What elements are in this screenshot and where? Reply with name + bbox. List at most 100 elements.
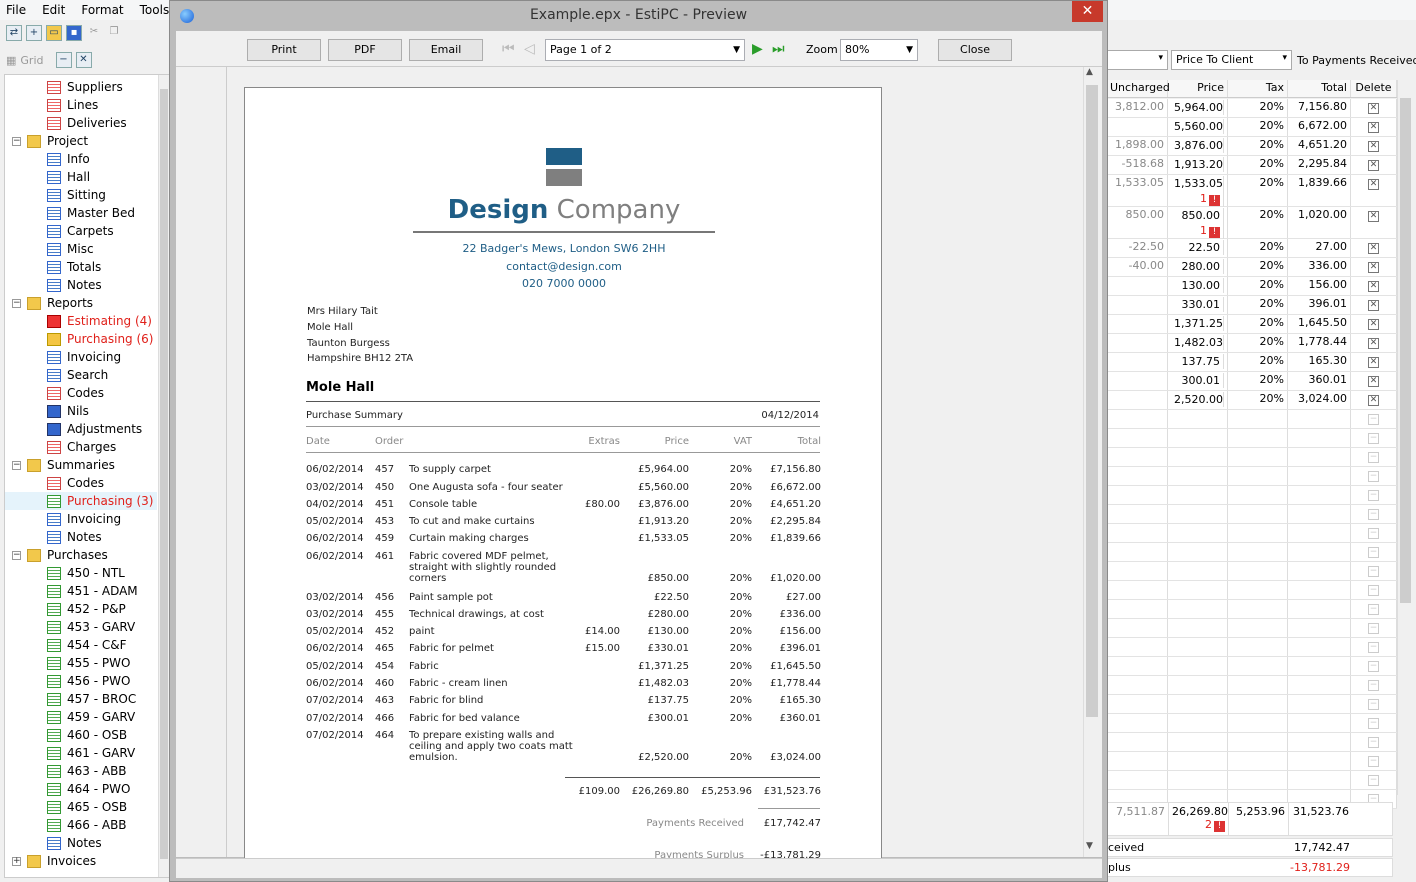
grid-row[interactable]: − (1107, 657, 1397, 676)
delete-disabled-icon[interactable]: − (1368, 604, 1379, 615)
grid-row[interactable]: 130.00 20% 156.00 ✕ (1107, 277, 1397, 296)
tree-item[interactable]: Master Bed (47, 204, 135, 222)
grid-row[interactable]: − (1107, 771, 1397, 790)
tree-item[interactable]: 455 - PWO (47, 654, 130, 672)
delete-icon[interactable]: ✕ (1368, 395, 1379, 406)
window-close-button[interactable]: ✕ (1072, 1, 1103, 22)
delete-disabled-icon[interactable]: − (1368, 775, 1379, 786)
tree-item[interactable]: Sitting (47, 186, 106, 204)
tree-item[interactable]: 461 - GARV (47, 744, 135, 762)
grid-column-header[interactable]: Uncharged (1107, 80, 1170, 97)
collapse-icon[interactable]: − (12, 299, 21, 308)
tree-item[interactable]: Nils (47, 402, 89, 420)
tree-item[interactable]: Invoicing (47, 348, 121, 366)
delete-icon[interactable]: ✕ (1368, 338, 1379, 349)
grid-row[interactable]: 1,533.05 1,533.05 1! 20% 1,839.66 ✕ (1107, 175, 1397, 207)
page-select[interactable]: Page 1 of 2 ▼ (545, 39, 745, 61)
copy-icon[interactable]: ❐ (106, 25, 122, 41)
new-file-icon[interactable]: + (26, 25, 42, 41)
grid-row[interactable]: − (1107, 733, 1397, 752)
grid-column-header[interactable]: Delete (1351, 80, 1397, 97)
grid-row[interactable]: − (1107, 714, 1397, 733)
tree-item[interactable]: Deliveries (47, 114, 127, 132)
tree-item[interactable]: 452 - P&P (47, 600, 126, 618)
grid-row[interactable]: − (1107, 429, 1397, 448)
preview-scrollbar[interactable]: ▲ ▼ (1083, 67, 1100, 857)
delete-icon[interactable]: ✕ (1368, 262, 1379, 273)
tree-item[interactable]: Purchasing (6) (47, 330, 153, 348)
grid-row[interactable]: − (1107, 638, 1397, 657)
price-mode-select[interactable]: Price To Client ▾ (1171, 50, 1292, 70)
delete-disabled-icon[interactable]: − (1368, 623, 1379, 634)
grid-row[interactable]: − (1107, 619, 1397, 638)
grid-row[interactable]: -40.00 280.00 20% 336.00 ✕ (1107, 258, 1397, 277)
tree-item[interactable]: Summaries (27, 456, 115, 474)
tree-item[interactable]: Hall (47, 168, 90, 186)
grid-row[interactable]: 137.75 20% 165.30 ✕ (1107, 353, 1397, 372)
delete-icon[interactable]: ✕ (1368, 243, 1379, 254)
delete-disabled-icon[interactable]: − (1368, 661, 1379, 672)
tree-item[interactable]: Suppliers (47, 78, 123, 96)
tree-scrollbar[interactable] (158, 75, 169, 877)
grid-row[interactable]: 1,482.03 20% 1,778.44 ✕ (1107, 334, 1397, 353)
tree-item[interactable]: 463 - ABB (47, 762, 127, 780)
tree-item[interactable]: Lines (47, 96, 98, 114)
grid-column-header[interactable]: Price (1168, 80, 1228, 97)
tree-item[interactable]: Adjustments (47, 420, 142, 438)
tree-item[interactable]: Misc (47, 240, 94, 258)
delete-icon[interactable]: ✕ (1368, 281, 1379, 292)
delete-icon[interactable]: ✕ (1368, 357, 1379, 368)
grid-row[interactable]: 3,812.00 5,964.00 20% 7,156.80 ✕ (1107, 99, 1397, 118)
delete-disabled-icon[interactable]: − (1368, 680, 1379, 691)
tree-item[interactable]: Reports (27, 294, 93, 312)
tree-item[interactable]: Carpets (47, 222, 114, 240)
collapse-icon[interactable]: − (55, 52, 72, 68)
last-page-icon[interactable]: ⏭ (772, 41, 785, 57)
delete-icon[interactable]: ✕ (1368, 211, 1379, 222)
delete-disabled-icon[interactable]: − (1368, 642, 1379, 653)
grid-row[interactable]: − (1107, 524, 1397, 543)
delete-disabled-icon[interactable]: − (1368, 547, 1379, 558)
tree-item[interactable]: Notes (47, 528, 102, 546)
tree-item[interactable]: Estimating (4) (47, 312, 152, 330)
grid-row[interactable]: − (1107, 410, 1397, 429)
expand-icon[interactable]: + (12, 857, 21, 866)
delete-disabled-icon[interactable]: − (1368, 737, 1379, 748)
tree-item[interactable]: Purchasing (3) (5, 492, 157, 510)
delete-disabled-icon[interactable]: − (1368, 490, 1379, 501)
delete-disabled-icon[interactable]: − (1368, 509, 1379, 520)
column-filter-select[interactable]: ▾ (1107, 50, 1168, 70)
cut-icon[interactable]: ✂ (86, 25, 102, 41)
tree-item[interactable]: 453 - GARV (47, 618, 135, 636)
grid-row[interactable]: − (1107, 467, 1397, 486)
grid-row[interactable]: -518.68 1,913.20 20% 2,295.84 ✕ (1107, 156, 1397, 175)
tree-item[interactable]: Codes (47, 384, 104, 402)
delete-disabled-icon[interactable]: − (1368, 756, 1379, 767)
previous-page-icon[interactable]: ◁ (524, 41, 535, 57)
grid-row[interactable]: 1,371.25 20% 1,645.50 ✕ (1107, 315, 1397, 334)
tree-item[interactable]: 457 - BROC (47, 690, 136, 708)
grid-row[interactable]: -22.50 22.50 20% 27.00 ✕ (1107, 239, 1397, 258)
delete-disabled-icon[interactable]: − (1368, 585, 1379, 596)
delete-icon[interactable]: ✕ (1368, 300, 1379, 311)
grid-label[interactable]: Grid (20, 54, 43, 67)
delete-disabled-icon[interactable]: − (1368, 699, 1379, 710)
delete-icon[interactable]: ✕ (1368, 122, 1379, 133)
grid-row[interactable]: − (1107, 676, 1397, 695)
delete-icon[interactable]: ✕ (1368, 141, 1379, 152)
delete-icon[interactable]: ✕ (1368, 376, 1379, 387)
tree-item[interactable]: Totals (47, 258, 101, 276)
collapse-icon[interactable]: − (12, 137, 21, 146)
tree-item[interactable]: Charges (47, 438, 116, 456)
tree-item[interactable]: 459 - GARV (47, 708, 135, 726)
delete-disabled-icon[interactable]: − (1368, 414, 1379, 425)
first-page-icon[interactable]: ⏮ (502, 41, 515, 57)
tree-item[interactable]: Info (47, 150, 90, 168)
tree-item[interactable]: Notes (47, 276, 102, 294)
delete-icon[interactable]: ✕ (1368, 179, 1379, 190)
print-button[interactable]: Print (247, 39, 321, 61)
grid-row[interactable]: − (1107, 448, 1397, 467)
tree-item[interactable]: 466 - ABB (47, 816, 127, 834)
tree-item[interactable]: 465 - OSB (47, 798, 127, 816)
grid-row[interactable]: − (1107, 543, 1397, 562)
